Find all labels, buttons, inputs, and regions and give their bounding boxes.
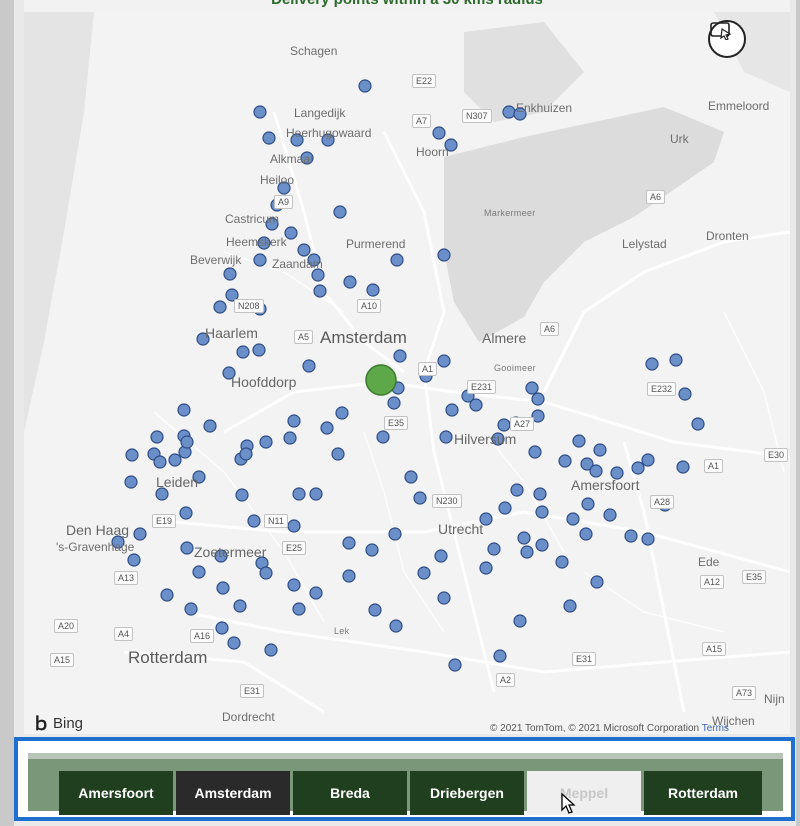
label-purmerend: Purmerend [346,237,406,251]
terms-link[interactable]: Terms [702,723,729,734]
road-shield-a2: A2 [496,673,516,687]
slicer-option-amsterdam[interactable]: Amsterdam [176,771,290,815]
label-markermeer: Markermeer [484,208,536,218]
road-shield-a7: A7 [412,114,432,128]
label-nijn: Nijn [764,692,785,706]
road-shield-a28: A28 [650,495,675,509]
label-gooimeer: Gooimeer [494,363,536,373]
map-copyright: © 2021 TomTom, © 2021 Microsoft Corporat… [490,723,729,734]
label-dronten: Dronten [706,229,749,243]
road-shield-a1: A1 [418,362,438,376]
label-amersfoort: Amersfoort [571,477,640,493]
label-heerhugowaard: Heerhugowaard [286,126,372,140]
road-shield-e19: E19 [152,514,177,528]
road-shield-a9: A9 [274,195,294,209]
label-lelystad: Lelystad [622,237,667,251]
road-shield-n208: N208 [234,299,264,313]
map-basemap [24,12,790,714]
road-shield-a10: A10 [357,299,382,313]
north-sea [24,12,94,432]
label-almere: Almere [482,330,527,346]
label-haarlem: Haarlem [205,325,258,341]
road-shield-a27: A27 [510,417,535,431]
label-heiloo: Heiloo [260,173,295,187]
label-s-gravenhage: 's-Gravenhage [56,540,135,554]
road-shield-e35-east: E35 [742,570,767,584]
road-shield-a73: A73 [732,686,757,700]
label-hoofddorp: Hoofddorp [231,374,297,390]
label-castricum: Castricum [225,212,280,226]
road-shield-a20: A20 [54,619,79,633]
slicer-top-band [28,753,783,759]
road-shield-e231: E231 [467,380,497,394]
road-shield-n307: N307 [462,109,492,123]
label-hilversum: Hilversum [454,431,517,447]
map-title-text: Delivery points within a 30 kms radius [24,0,790,8]
road-shield-e25: E25 [282,541,307,555]
label-alkmaar: Alkmaar [270,152,315,166]
copyright-text: © 2021 TomTom, © 2021 Microsoft Corporat… [490,723,700,734]
label-schagen: Schagen [290,44,338,58]
road-shield-e31-west: E31 [240,684,265,698]
road-shield-a5: A5 [294,330,314,344]
road-shield-n11: N11 [264,514,288,528]
road-shield-a15-east: A15 [702,642,727,656]
focus-mode-button[interactable] [708,20,746,58]
road-shield-a6-north: A6 [646,190,666,204]
label-amsterdam: Amsterdam [320,328,407,347]
label-heemskerk: Heemskerk [226,235,287,249]
label-den-haag: Den Haag [66,522,130,538]
label-hoorn: Hoorn [416,145,449,159]
label-ede: Ede [698,555,720,569]
road-shield-a12: A12 [700,575,725,589]
focus-mode-icon [710,22,732,40]
label-beverwijk: Beverwijk [190,253,242,267]
label-emmeloord: Emmeloord [708,99,770,113]
city-slicer: Amersfoort Amsterdam Breda Driebergen Me… [28,753,783,815]
label-zaandam: Zaandam [272,257,323,271]
road-shield-a13: A13 [114,571,139,585]
label-zoetermeer: Zoetermeer [194,544,267,560]
center-point-amsterdam[interactable] [365,364,397,396]
road-shield-e35: E35 [384,416,409,430]
map-title: Delivery points within a 30 kms radius [24,0,790,12]
label-enkhuizen: Enkhuizen [516,101,573,115]
road-shield-e30: E30 [764,448,789,462]
label-rotterdam: Rotterdam [128,648,208,667]
slicer-option-meppel[interactable]: Meppel [527,771,641,815]
slicer-option-amersfoort[interactable]: Amersfoort [59,771,173,815]
label-lek: Lek [334,626,350,636]
road-shield-n230: N230 [432,494,462,508]
road-shield-a16: A16 [190,629,215,643]
city-slicer-container: Amersfoort Amsterdam Breda Driebergen Me… [14,737,795,821]
slicer-option-breda[interactable]: Breda [293,771,407,815]
road-shield-e31: E31 [572,652,597,666]
map-area[interactable]: Schagen Langedijk Heerhugowaard Alkmaar … [24,12,790,734]
bing-logo: ｂ Bing [32,710,83,734]
road-shield-e22: E22 [412,74,437,88]
road-shield-a15: A15 [50,653,75,667]
label-leiden: Leiden [156,474,199,490]
label-urk: Urk [670,132,689,146]
bing-b-icon: ｂ [32,714,50,734]
road-shield-a1-east: A1 [704,459,724,473]
slicer-option-rotterdam[interactable]: Rotterdam [644,771,762,815]
road-shield-a6: A6 [540,322,560,336]
label-langedijk: Langedijk [294,106,346,120]
label-utrecht: Utrecht [438,521,484,537]
bing-logo-text: Bing [53,714,84,732]
mouse-pointer-icon [561,793,576,814]
road-shield-a4: A4 [114,627,134,641]
road-shield-e232: E232 [647,382,677,396]
label-dordrecht: Dordrecht [222,710,275,724]
slicer-option-driebergen[interactable]: Driebergen [410,771,524,815]
